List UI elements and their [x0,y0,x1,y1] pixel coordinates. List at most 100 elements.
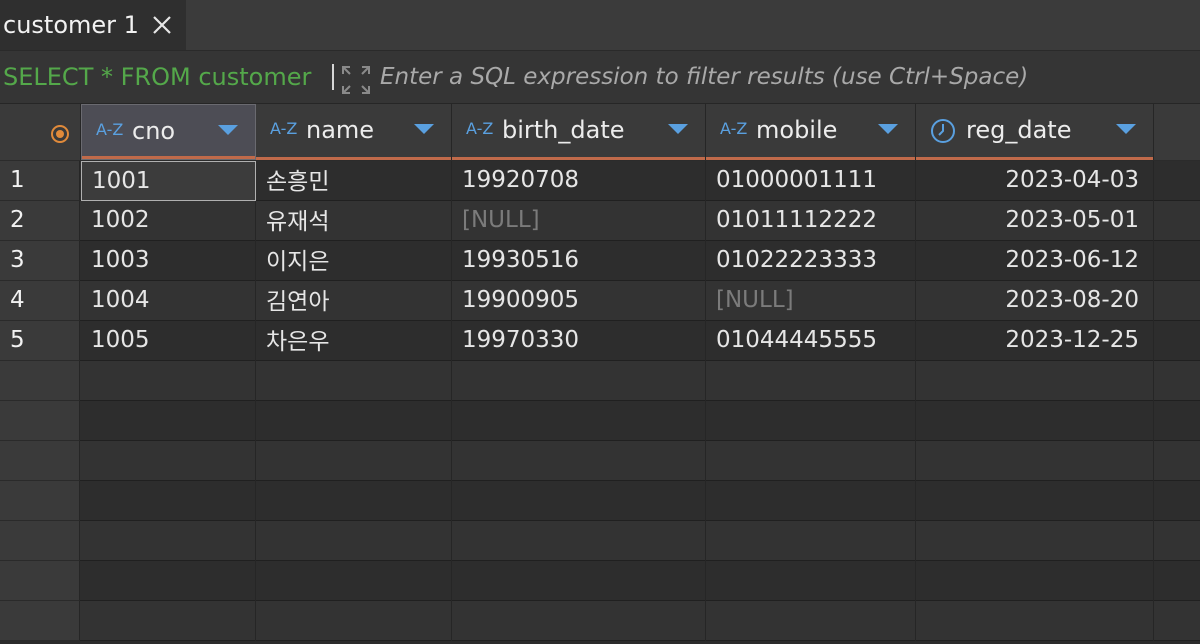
header-corner[interactable] [0,104,81,160]
sort-arrow-icon[interactable] [876,122,900,136]
sort-arrow-icon[interactable] [666,122,690,136]
cell-name[interactable]: 차은우 [256,321,452,361]
empty-cell [81,561,256,601]
column-header-mobile[interactable]: A-Z mobile [706,104,916,160]
empty-cell [256,601,452,641]
column-label: cno [132,117,176,145]
sql-query-text[interactable]: SELECT * FROM customer [3,63,311,91]
empty-cell [916,561,1154,601]
cell-reg-date[interactable]: 2023-12-25 [916,321,1154,361]
header-underline [256,157,451,160]
cell-reg-date[interactable]: 2023-06-12 [916,241,1154,281]
empty-cell [706,521,916,561]
empty-cell [706,561,916,601]
cell-mobile[interactable]: 01022223333 [706,241,916,281]
cell-birth-date[interactable]: 19920708 [452,161,706,201]
empty-cell [916,401,1154,441]
empty-cell [706,401,916,441]
column-label: mobile [756,116,838,144]
row-number[interactable]: 3 [0,241,80,281]
row-number [0,521,80,561]
column-header-birth-date[interactable]: A-Z birth_date [452,104,706,160]
empty-row [0,481,1200,521]
column-header-cno[interactable]: A-Z cno [81,104,256,160]
row-number [0,441,80,481]
cell-mobile[interactable]: 01011112222 [706,201,916,241]
cell-name[interactable]: 김연아 [256,281,452,321]
cell-reg-date[interactable]: 2023-04-03 [916,161,1154,201]
empty-cell [916,521,1154,561]
empty-cell [256,561,452,601]
table-row[interactable]: 5 1005 차은우 19970330 01044445555 2023-12-… [0,321,1200,361]
empty-row [0,601,1200,641]
cell-birth-date[interactable]: 19930516 [452,241,706,281]
row-number [0,361,80,401]
empty-row [0,441,1200,481]
cell-birth-date[interactable]: 19900905 [452,281,706,321]
table-row[interactable]: 1 1001 손흥민 19920708 01000001111 2023-04-… [0,161,1200,201]
text-type-icon: A-Z [270,119,298,138]
empty-cell [452,481,706,521]
header-underline [706,157,915,160]
expand-icon[interactable] [340,64,372,96]
cell-reg-date[interactable]: 2023-05-01 [916,201,1154,241]
table-row[interactable]: 2 1002 유재석 [NULL] 01011112222 2023-05-01 [0,201,1200,241]
table-row[interactable]: 4 1004 김연아 19900905 [NULL] 2023-08-20 [0,281,1200,321]
empty-cell [81,521,256,561]
empty-cell [452,401,706,441]
cell-mobile[interactable]: 01044445555 [706,321,916,361]
empty-cell [81,481,256,521]
row-number[interactable]: 4 [0,281,80,321]
empty-cell [81,601,256,641]
empty-row [0,361,1200,401]
cell-cno[interactable]: 1005 [81,321,256,361]
row-number[interactable]: 2 [0,201,80,241]
tab-customer-1[interactable]: customer 1 [0,0,186,50]
row-number[interactable]: 1 [0,161,80,201]
cell-name[interactable]: 손흥민 [256,161,452,201]
filter-bar: SELECT * FROM customer [0,51,1200,104]
cell-cno[interactable]: 1002 [81,201,256,241]
empty-cell [706,361,916,401]
cell-cno[interactable]: 1004 [81,281,256,321]
cell-birth-date[interactable]: [NULL] [452,201,706,241]
close-icon[interactable] [151,14,173,36]
text-cursor [332,64,334,90]
row-number [0,481,80,521]
header-underline [452,157,705,160]
row-number[interactable]: 5 [0,321,80,361]
cell-reg-date[interactable]: 2023-08-20 [916,281,1154,321]
cell-mobile[interactable]: 01000001111 [706,161,916,201]
cell-name[interactable]: 유재석 [256,201,452,241]
cell-name[interactable]: 이지은 [256,241,452,281]
filter-input[interactable] [380,61,1180,93]
empty-cell [916,601,1154,641]
empty-cell [81,361,256,401]
header-underline [916,157,1153,160]
sort-arrow-icon[interactable] [1114,122,1138,136]
cell-cno[interactable]: 1001 [81,161,256,201]
sort-arrow-icon[interactable] [216,123,240,137]
empty-cell [256,441,452,481]
column-label: name [306,116,375,144]
empty-row [0,401,1200,441]
tab-bar: customer 1 [0,0,1200,51]
column-header-reg-date[interactable]: reg_date [916,104,1154,160]
empty-cell [706,601,916,641]
cell-cno[interactable]: 1003 [81,241,256,281]
column-header-name[interactable]: A-Z name [256,104,452,160]
results-grid: A-Z cno A-Z name A-Z birth_date A-Z mobi… [0,104,1200,644]
sort-arrow-icon[interactable] [412,122,436,136]
cell-mobile[interactable]: [NULL] [706,281,916,321]
empty-cell [452,441,706,481]
clock-icon [931,119,955,143]
table-row[interactable]: 3 1003 이지은 19930516 01022223333 2023-06-… [0,241,1200,281]
text-type-icon: A-Z [96,120,124,139]
empty-row [0,521,1200,561]
tab-label: customer 1 [3,11,139,39]
empty-cell [256,401,452,441]
empty-cell [81,401,256,441]
empty-cell [916,481,1154,521]
radio-icon[interactable] [50,124,70,144]
cell-birth-date[interactable]: 19970330 [452,321,706,361]
